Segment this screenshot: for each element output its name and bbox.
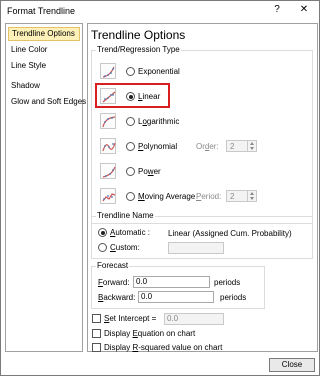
trend-type-group-label: Trend/Regression Type [96,45,181,54]
sidebar-item-trendline-options[interactable]: Trendline Options [8,27,80,41]
panel-title: Trendline Options [91,28,186,42]
moving-average-trend-icon [100,188,116,204]
polynomial-trend-icon [100,138,116,154]
title-bar: Format Trendline ? ✕ [1,1,319,21]
exponential-radio[interactable] [126,67,135,76]
custom-name-label: Custom: [110,243,140,252]
display-rsquared-checkbox[interactable] [92,343,101,352]
sidebar-item-shadow[interactable]: Shadow [8,79,83,93]
period-spinner[interactable]: 2 [226,190,257,202]
trendline-name-group-label: Trendline Name [96,211,155,220]
set-intercept-label: Set Intercept = [104,314,157,323]
options-panel: Trendline Options Trend/Regression Type … [87,23,318,352]
trend-type-group: Trend/Regression Type Exponential Linear… [91,45,313,224]
order-value: 2 [230,142,235,151]
forward-label: Forward: [98,278,130,287]
moving-average-label: Moving Average [138,192,196,201]
period-label: Period: [196,192,222,201]
polynomial-label: Polynomial [138,142,178,151]
exponential-label: Exponential [138,67,180,76]
close-button[interactable]: Close [269,358,315,372]
order-label: Order: [196,142,219,151]
sidebar-item-line-color[interactable]: Line Color [8,43,83,57]
forecast-group-label: Forecast [96,261,130,270]
format-trendline-dialog: Format Trendline ? ✕ Trendline Options L… [0,0,320,376]
custom-name-radio[interactable] [98,243,107,252]
order-spinner[interactable]: 2 [226,140,257,152]
backward-label: Backward: [98,293,136,302]
custom-name-input[interactable] [168,242,224,254]
automatic-name-label: Automatic : [110,228,151,237]
display-rsquared-label: Display R-squared value on chart [104,343,223,352]
trendline-name-group: Trendline Name Automatic : Linear (Assig… [91,211,313,259]
backward-unit: periods [220,293,247,302]
logarithmic-label: Logarithmic [138,117,180,126]
help-button[interactable]: ? [271,4,283,15]
close-icon[interactable]: ✕ [298,4,310,15]
logarithmic-radio[interactable] [126,117,135,126]
power-label: Power [138,167,161,176]
sidebar-item-line-style[interactable]: Line Style [8,59,83,73]
logarithmic-trend-icon [100,113,116,129]
linear-highlight-box [95,83,170,108]
period-value: 2 [230,192,235,201]
forward-unit: periods [214,278,241,287]
exponential-trend-icon [100,63,116,79]
backward-input[interactable]: 0.0 [138,291,214,303]
order-spinner-arrows-icon[interactable] [247,141,256,151]
sidebar-item-glow-soft-edges[interactable]: Glow and Soft Edges [8,95,86,109]
automatic-name-value: Linear (Assigned Cum. Probability) [168,229,292,238]
display-equation-checkbox[interactable] [92,329,101,338]
dialog-title: Format Trendline [7,6,76,16]
power-radio[interactable] [126,167,135,176]
automatic-name-radio[interactable] [98,228,107,237]
set-intercept-checkbox[interactable] [92,314,101,323]
power-trend-icon [100,163,116,179]
moving-average-radio[interactable] [126,192,135,201]
period-spinner-arrows-icon[interactable] [247,191,256,201]
set-intercept-input[interactable]: 0.0 [164,313,224,325]
polynomial-radio[interactable] [126,142,135,151]
forecast-group: Forecast Forward: 0.0 periods Backward: … [91,261,265,309]
display-equation-label: Display Equation on chart [104,329,196,338]
category-sidebar: Trendline Options Line Color Line Style … [5,23,86,352]
forward-input[interactable]: 0.0 [133,276,210,288]
